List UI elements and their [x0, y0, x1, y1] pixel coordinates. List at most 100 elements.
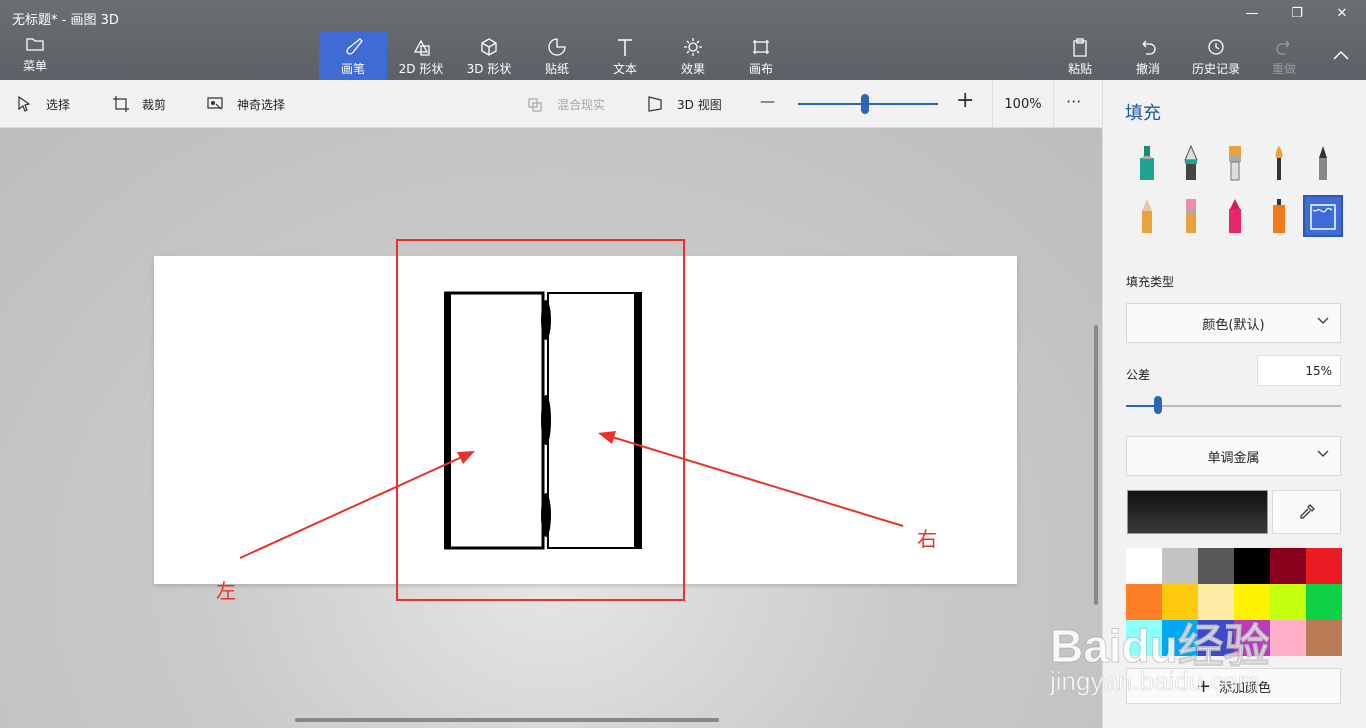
tab-canvas[interactable]: 画布 [727, 32, 795, 80]
calligraphy-pen-brush[interactable] [1173, 142, 1209, 184]
palette-swatch[interactable] [1270, 584, 1306, 620]
history-button[interactable]: 历史记录 [1182, 32, 1250, 80]
magic-select-label: 神奇选择 [237, 97, 286, 112]
select-button[interactable]: 选择 [16, 80, 70, 128]
watercolor-brush[interactable] [1261, 142, 1297, 184]
mixed-reality-icon [528, 98, 542, 112]
palette-swatch[interactable] [1162, 584, 1198, 620]
palette-swatch[interactable] [1198, 620, 1234, 656]
palette-swatch[interactable] [1234, 548, 1270, 584]
palette-swatch[interactable] [1162, 548, 1198, 584]
tab-stickers-label: 贴纸 [544, 62, 569, 76]
palette-swatch[interactable] [1126, 584, 1162, 620]
crayon-brush[interactable] [1217, 195, 1253, 237]
marker-icon [1140, 146, 1154, 180]
eraser-brush[interactable] [1173, 195, 1209, 237]
history-label: 历史记录 [1191, 62, 1240, 76]
canvas-icon [753, 40, 769, 54]
material-dropdown[interactable]: 单调金属 [1126, 436, 1341, 476]
marker-brush[interactable] [1129, 142, 1165, 184]
drawing-canvas[interactable] [154, 256, 1017, 584]
palette-swatch[interactable] [1198, 548, 1234, 584]
crop-button[interactable]: 裁剪 [112, 80, 166, 128]
tolerance-label: 公差 [1126, 368, 1151, 382]
tab-effects[interactable]: 效果 [659, 32, 727, 80]
view-3d-button[interactable]: 3D 视图 [647, 80, 722, 128]
palette-swatch[interactable] [1234, 584, 1270, 620]
cursor-icon [18, 95, 31, 112]
pencil-brush[interactable] [1129, 195, 1165, 237]
palette-swatch[interactable] [1234, 620, 1270, 656]
eyedropper-button[interactable] [1272, 490, 1341, 534]
view-3d-label: 3D 视图 [677, 97, 722, 112]
view-3d-icon [648, 96, 662, 112]
horizontal-scrollbar[interactable] [295, 718, 719, 722]
shapes-2d-icon [413, 39, 430, 56]
close-button[interactable]: ✕ [1332, 6, 1352, 21]
magic-select-icon [207, 97, 223, 110]
zoom-in-button[interactable]: + [956, 88, 974, 113]
tolerance-input[interactable]: 15% [1257, 355, 1341, 386]
eyedropper-icon [1299, 504, 1315, 519]
palette-swatch[interactable] [1270, 548, 1306, 584]
menu-button[interactable]: 菜单 [10, 36, 60, 74]
pencil-icon [1142, 199, 1152, 233]
tab-3d-shapes-label: 3D 形状 [466, 62, 512, 76]
chevron-down-icon [1317, 450, 1329, 457]
fill-type-dropdown[interactable]: 颜色(默认) [1126, 303, 1341, 343]
tab-text-label: 文本 [612, 62, 637, 76]
tab-text[interactable]: 文本 [591, 32, 659, 80]
oil-brush-icon [1229, 146, 1241, 181]
tab-stickers[interactable]: 贴纸 [523, 32, 591, 80]
tab-2d-shapes[interactable]: 2D 形状 [387, 32, 455, 80]
oil-brush[interactable] [1217, 142, 1253, 184]
tab-3d-shapes[interactable]: 3D 形状 [455, 32, 523, 80]
window-title: 无标题* - 画图 3D [12, 13, 119, 28]
fill-bucket-brush[interactable] [1303, 195, 1343, 237]
paste-button[interactable]: 粘贴 [1046, 32, 1114, 80]
tab-brushes[interactable]: 画笔 [319, 32, 387, 80]
palette-swatch[interactable] [1306, 620, 1342, 656]
undo-icon [1142, 40, 1156, 55]
cube-icon [481, 38, 497, 56]
vertical-scrollbar[interactable] [1094, 325, 1098, 605]
select-label: 选择 [46, 97, 71, 112]
more-options-button[interactable]: ··· [1066, 92, 1081, 111]
tolerance-slider-thumb[interactable] [1154, 396, 1162, 414]
spray-can-brush[interactable] [1261, 195, 1297, 237]
tab-brushes-label: 画笔 [340, 62, 365, 76]
color-palette [1126, 548, 1342, 656]
palette-swatch[interactable] [1306, 584, 1342, 620]
mixed-reality-button[interactable]: 混合现实 [527, 80, 605, 128]
collapse-ribbon-button[interactable] [1332, 46, 1350, 65]
zoom-level[interactable]: 100% [992, 80, 1054, 128]
paste-label: 粘贴 [1067, 62, 1092, 76]
spray-can-icon [1273, 199, 1285, 233]
plus-icon: + [1195, 675, 1212, 697]
zoom-out-button[interactable]: — [760, 92, 775, 110]
chevron-up-icon [1333, 50, 1349, 60]
folder-icon [26, 38, 44, 51]
palette-swatch[interactable] [1126, 548, 1162, 584]
palette-swatch[interactable] [1198, 584, 1234, 620]
undo-button[interactable]: 撤消 [1114, 32, 1182, 80]
minimize-button[interactable]: — [1242, 6, 1262, 21]
palette-swatch[interactable] [1306, 548, 1342, 584]
history-icon [1208, 39, 1224, 55]
palette-swatch[interactable] [1126, 620, 1162, 656]
pixel-pen-brush[interactable] [1305, 142, 1341, 184]
palette-swatch[interactable] [1162, 620, 1198, 656]
redo-icon [1276, 40, 1290, 55]
current-color-swatch[interactable] [1127, 490, 1268, 534]
tab-canvas-label: 画布 [748, 62, 773, 76]
restore-button[interactable]: ❐ [1287, 6, 1307, 21]
magic-select-button[interactable]: 神奇选择 [207, 80, 285, 128]
zoom-slider-thumb[interactable] [861, 94, 869, 114]
effects-icon [684, 38, 702, 56]
add-color-button[interactable]: + 添加颜色 [1126, 668, 1341, 704]
eraser-icon [1186, 199, 1196, 233]
tab-effects-label: 效果 [680, 62, 705, 76]
redo-button[interactable]: 重做 [1250, 32, 1318, 80]
tab-2d-shapes-label: 2D 形状 [398, 62, 444, 76]
palette-swatch[interactable] [1270, 620, 1306, 656]
